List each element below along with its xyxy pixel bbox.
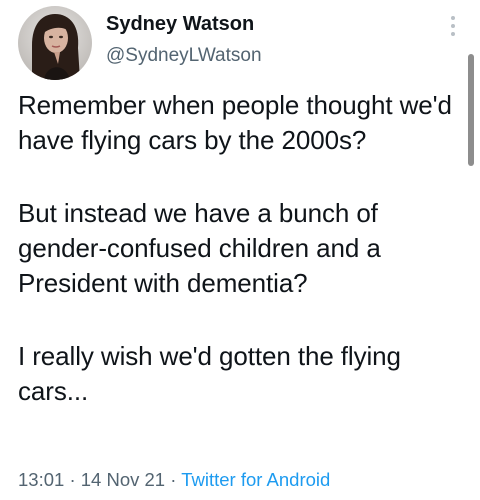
author-handle[interactable]: @SydneyLWatson <box>106 44 262 68</box>
tweet-time[interactable]: 13:01 <box>18 469 64 490</box>
tweet-paragraph-1: Remember when people thought we'd have f… <box>18 90 452 155</box>
meta-separator: · <box>69 469 76 490</box>
author-display-name[interactable]: Sydney Watson <box>106 12 254 36</box>
avatar-image <box>18 6 92 80</box>
avatar[interactable] <box>18 6 92 80</box>
tweet-paragraph-3: I really wish we'd gotten the flying car… <box>18 341 401 406</box>
tweet-meta: 13:01 · 14 Nov 21 · Twitter for Android <box>18 468 330 492</box>
tweet-paragraph-2: But instead we have a bunch of gender-co… <box>18 198 381 298</box>
more-vertical-icon[interactable] <box>447 16 459 40</box>
tweet-source-link[interactable]: Twitter for Android <box>181 469 330 490</box>
meta-separator: · <box>170 469 177 490</box>
tweet-date[interactable]: 14 Nov 21 <box>81 469 165 490</box>
tweet: Sydney Watson @SydneyLWatson Remember wh… <box>0 0 480 500</box>
tweet-text: Remember when people thought we'd have f… <box>18 88 468 447</box>
scrollbar-thumb[interactable] <box>468 54 474 166</box>
